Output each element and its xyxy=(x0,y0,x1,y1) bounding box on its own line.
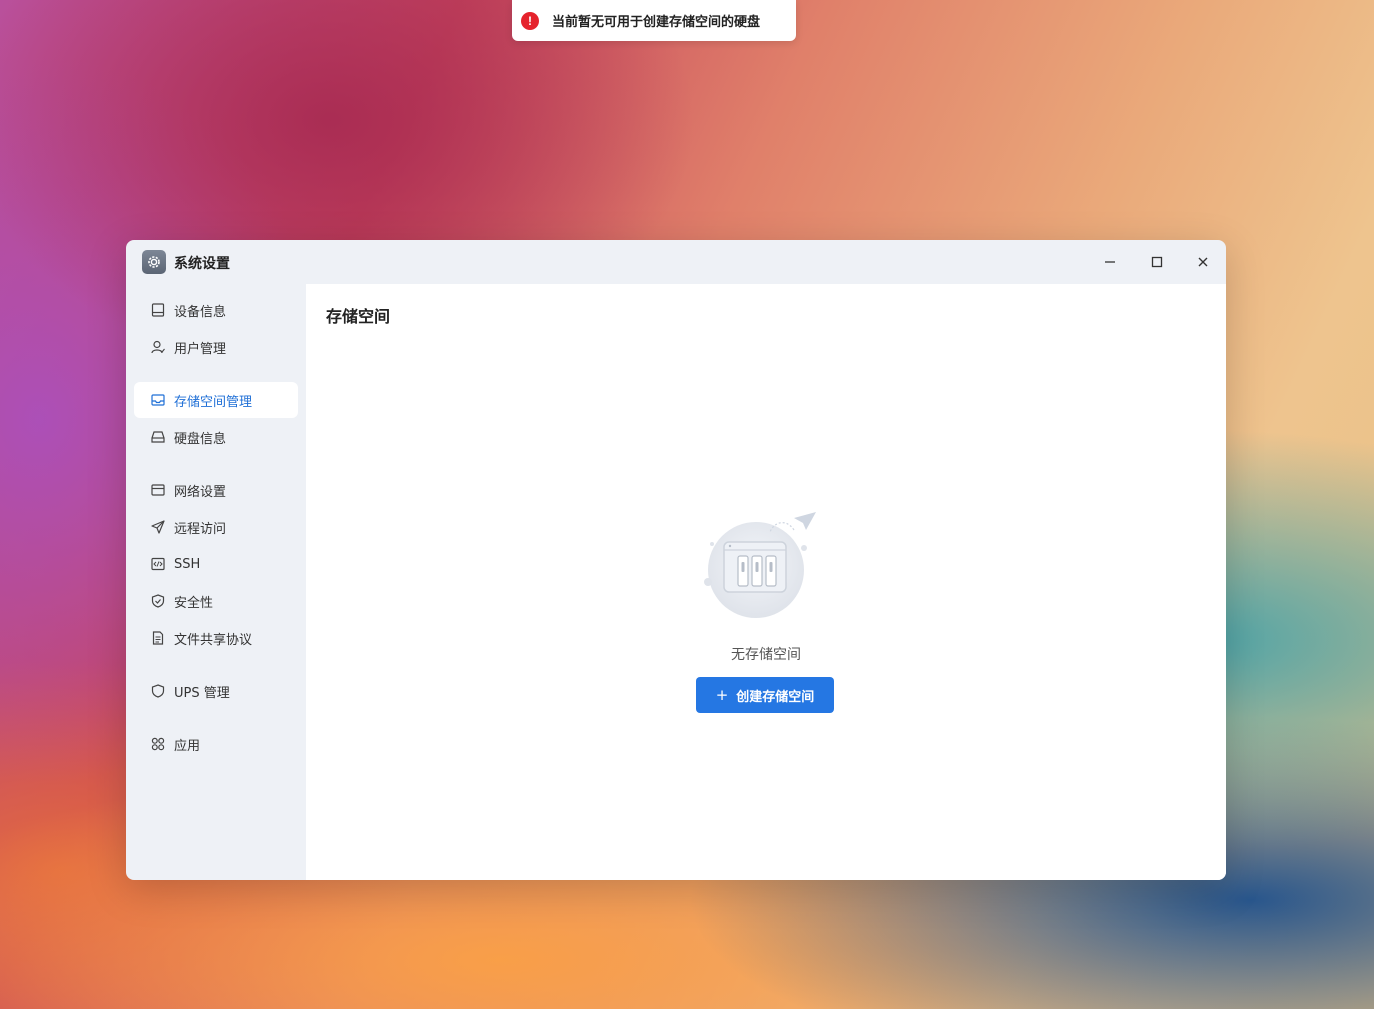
sidebar-item-label: 用户管理 xyxy=(174,341,227,357)
sidebar-item-label: 网络设置 xyxy=(174,484,227,500)
shield-check-icon xyxy=(150,593,166,609)
error-toast: ! 当前暂无可用于创建存储空间的硬盘 xyxy=(512,0,796,41)
send-icon xyxy=(150,519,166,535)
sidebar-item-label: 文件共享协议 xyxy=(174,632,253,648)
shield-icon xyxy=(150,683,166,699)
error-icon: ! xyxy=(521,11,539,30)
sidebar-item-storage-management[interactable]: 存储空间管理 xyxy=(134,382,298,418)
main-content: 存储空间 无存储空间 + 创建存储空间 xyxy=(306,284,1226,880)
sidebar-item-network-settings[interactable]: 网络设置 xyxy=(134,472,298,508)
settings-window: 系统设置 设备信息 用户管理 存储空间管理 硬盘信息 网络设置 远程访问 SSH… xyxy=(126,240,1226,880)
sidebar-item-label: 远程访问 xyxy=(174,521,227,537)
plus-icon: + xyxy=(715,686,729,704)
minimize-icon xyxy=(1105,261,1115,263)
sidebar-item-label: SSH xyxy=(174,556,201,572)
document-icon xyxy=(150,630,166,646)
create-storage-label: 创建存储空间 xyxy=(736,689,815,705)
user-icon xyxy=(150,339,166,355)
storage-icon xyxy=(150,392,166,408)
sidebar-item-label: 存储空间管理 xyxy=(174,394,253,410)
sidebar-item-ups-management[interactable]: UPS 管理 xyxy=(134,673,298,709)
sidebar-item-label: 硬盘信息 xyxy=(174,431,227,447)
disk-icon xyxy=(150,429,166,445)
window-title: 系统设置 xyxy=(174,256,230,272)
toast-message: 当前暂无可用于创建存储空间的硬盘 xyxy=(552,15,761,30)
sidebar-item-file-sharing[interactable]: 文件共享协议 xyxy=(134,620,298,656)
empty-state-text: 无存储空间 xyxy=(731,647,801,663)
sidebar-item-label: 设备信息 xyxy=(174,304,227,320)
settings-gear-icon xyxy=(142,250,166,274)
close-button[interactable] xyxy=(1191,250,1215,274)
sidebar-item-security[interactable]: 安全性 xyxy=(134,583,298,619)
title-bar[interactable]: 系统设置 xyxy=(126,240,1226,284)
code-icon xyxy=(150,556,166,572)
sidebar-item-user-management[interactable]: 用户管理 xyxy=(134,329,298,365)
maximize-icon xyxy=(1151,256,1163,268)
empty-storage-illustration xyxy=(704,512,816,618)
sidebar-item-label: UPS 管理 xyxy=(174,685,230,701)
create-storage-button[interactable]: + 创建存储空间 xyxy=(696,677,834,713)
maximize-button[interactable] xyxy=(1145,250,1169,274)
minimize-button[interactable] xyxy=(1098,250,1122,274)
sidebar-item-remote-access[interactable]: 远程访问 xyxy=(134,509,298,545)
network-icon xyxy=(150,482,166,498)
sidebar-item-apps[interactable]: 应用 xyxy=(134,726,298,762)
sidebar-item-label: 应用 xyxy=(174,738,201,754)
sidebar-item-disk-info[interactable]: 硬盘信息 xyxy=(134,419,298,455)
apps-icon xyxy=(150,736,166,752)
close-icon xyxy=(1198,257,1208,267)
sidebar-item-ssh[interactable]: SSH xyxy=(134,546,298,582)
sidebar-item-label: 安全性 xyxy=(174,595,214,611)
device-icon xyxy=(150,302,166,318)
page-title: 存储空间 xyxy=(326,307,391,326)
sidebar: 设备信息 用户管理 存储空间管理 硬盘信息 网络设置 远程访问 SSH 安全性 … xyxy=(126,284,306,880)
sidebar-item-device-info[interactable]: 设备信息 xyxy=(134,292,298,328)
